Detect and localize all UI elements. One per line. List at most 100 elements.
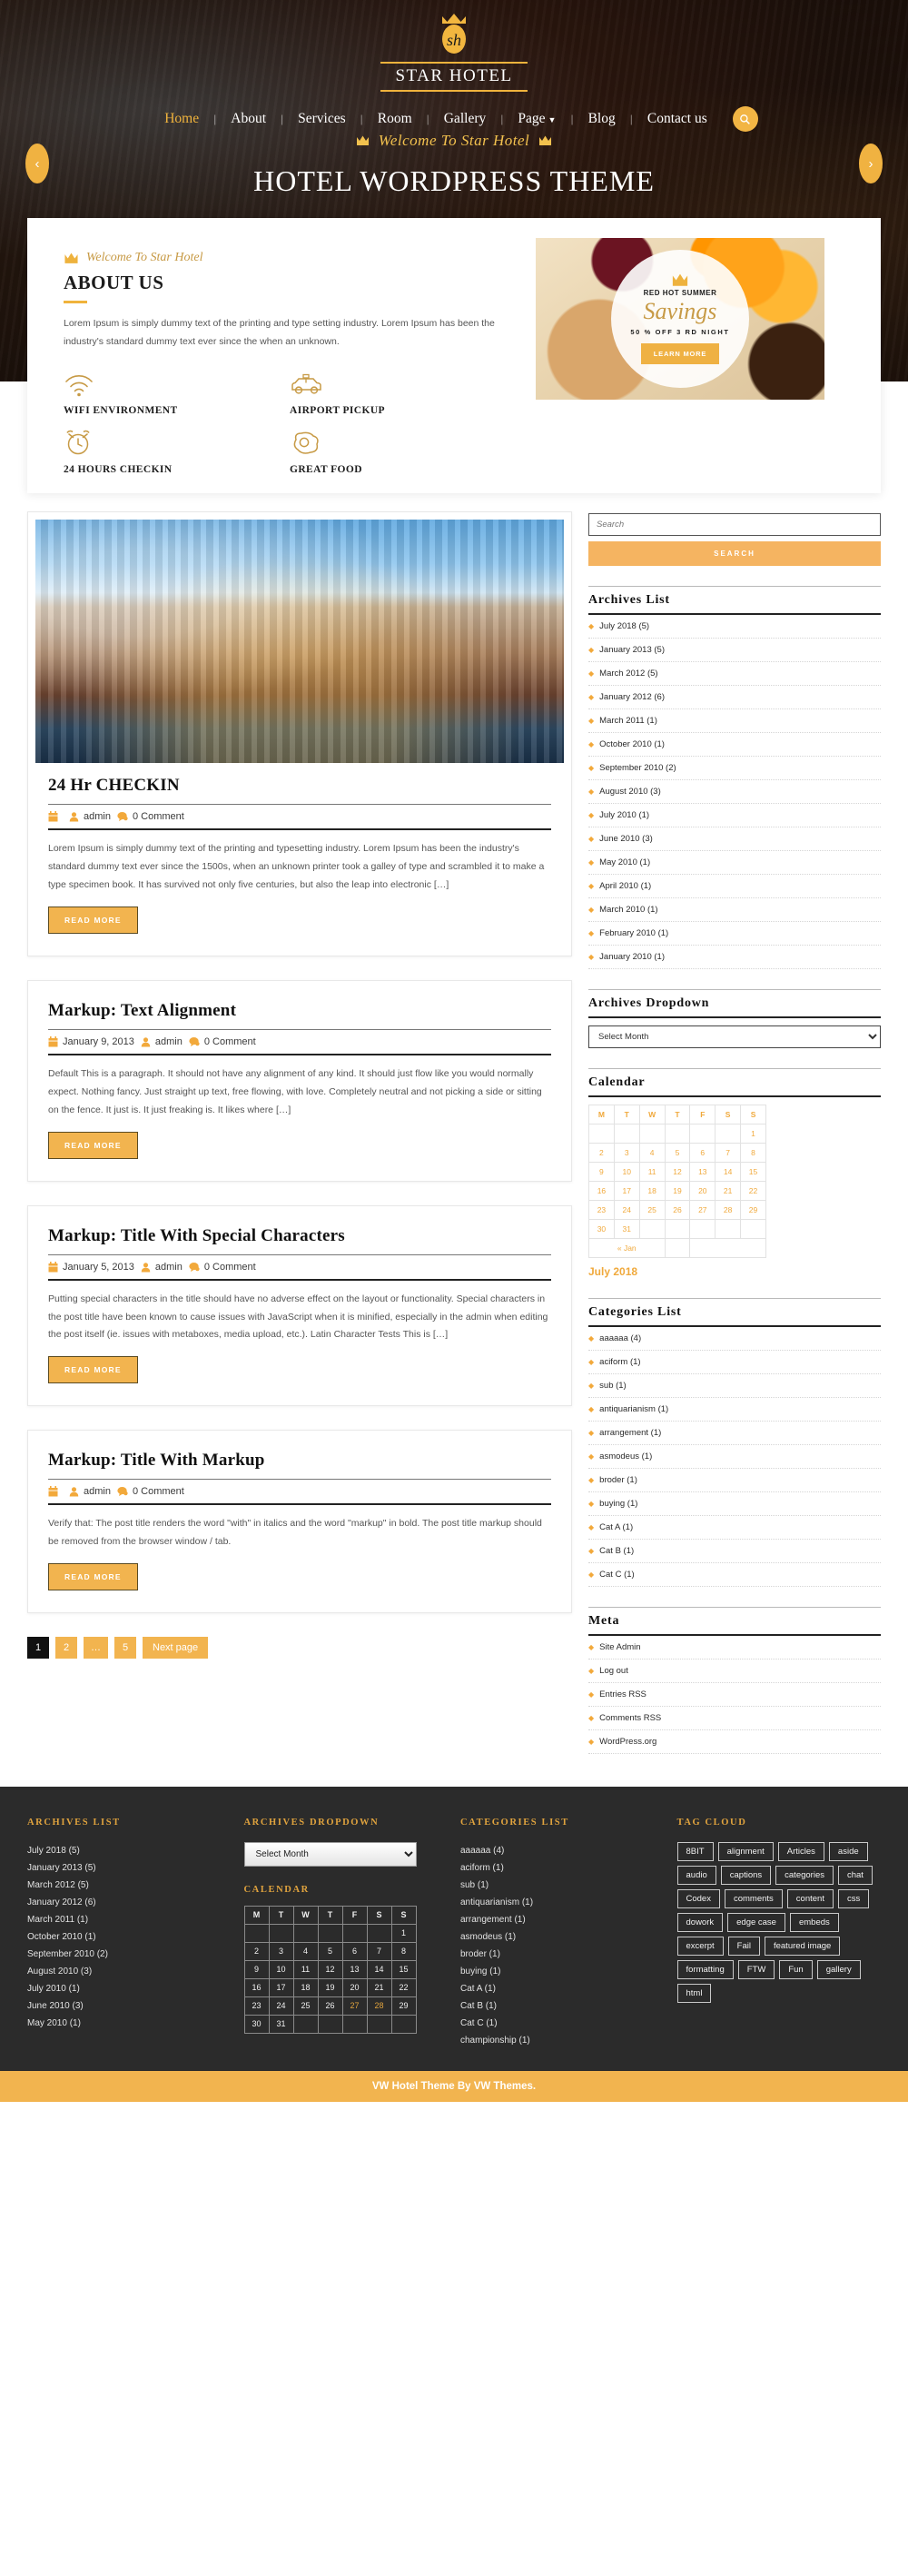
list-item[interactable]: May 2010 (1) [27,2015,232,2032]
post-featured-image[interactable] [35,519,564,763]
calendar-day[interactable]: 3 [268,1941,294,1961]
calendar-day[interactable]: 9 [588,1161,615,1182]
calendar-day[interactable]: 12 [664,1161,691,1182]
list-item[interactable]: ◆ WordPress.org [588,1730,881,1754]
calendar-day[interactable]: 26 [317,1996,343,2016]
calendar-day[interactable]: 30 [588,1218,615,1239]
calendar-day[interactable] [664,1123,691,1144]
pagination-page-5[interactable]: 5 [114,1637,136,1660]
calendar-day[interactable]: 8 [390,1941,417,1961]
calendar-day[interactable]: 7 [715,1142,742,1163]
tag-item[interactable]: Fail [727,1936,760,1956]
tag-item[interactable]: chat [837,1865,873,1885]
list-item[interactable]: ◆ January 2010 (1) [588,946,881,969]
list-item[interactable]: ◆ March 2010 (1) [588,898,881,922]
calendar-day[interactable] [341,1923,368,1943]
tag-item[interactable]: captions [720,1865,772,1885]
calendar-day[interactable]: 1 [390,1923,417,1943]
calendar-day[interactable]: 31 [268,2014,294,2034]
calendar-day[interactable]: 28 [715,1199,742,1220]
archives-select[interactable]: Select Month [588,1025,881,1048]
calendar-day[interactable] [689,1123,716,1144]
read-more-button[interactable]: READ MORE [48,906,138,934]
post-title[interactable]: Markup: Title With Markup [48,1451,551,1471]
list-item[interactable]: asmodeus (1) [460,1928,665,1946]
footer-archives-select[interactable]: Select Month [243,1841,417,1867]
slider-next-button[interactable]: › [859,144,883,183]
calendar-day[interactable]: 6 [341,1941,368,1961]
nav-item-gallery[interactable]: Gallery [429,107,500,131]
calendar-day[interactable]: 26 [664,1199,691,1220]
calendar-day[interactable]: 29 [390,1996,417,2016]
tag-item[interactable]: Fun [779,1959,813,1979]
tag-item[interactable]: Codex [676,1888,720,1908]
calendar-day[interactable] [715,1218,742,1239]
list-item[interactable]: ◆ Cat A (1) [588,1516,881,1540]
calendar-day[interactable]: 13 [341,1959,368,1979]
tag-item[interactable]: alignment [717,1841,774,1861]
list-item[interactable]: ◆ broder (1) [588,1469,881,1492]
calendar-day[interactable]: 17 [268,1977,294,1997]
tag-item[interactable]: embeds [789,1912,839,1932]
list-item[interactable]: aaaaaa (4) [460,1842,665,1859]
calendar-day[interactable]: 11 [638,1161,666,1182]
list-item[interactable]: March 2011 (1) [27,1911,232,1928]
list-item[interactable]: aciform (1) [460,1859,665,1877]
calendar-day[interactable]: 18 [638,1180,666,1201]
list-item[interactable]: ◆ September 2010 (2) [588,757,881,780]
slider-prev-button[interactable]: ‹ [25,144,49,183]
list-item[interactable]: January 2012 (6) [27,1894,232,1911]
nav-item-services[interactable]: Services [283,107,360,131]
list-item[interactable]: ◆ Log out [588,1660,881,1683]
calendar-day[interactable]: 31 [613,1218,640,1239]
calendar-day[interactable]: 5 [664,1142,691,1163]
tag-item[interactable]: edge case [727,1912,785,1932]
calendar-day[interactable]: 21 [715,1180,742,1201]
calendar-day[interactable]: 8 [740,1142,766,1163]
list-item[interactable]: ◆ January 2013 (5) [588,639,881,662]
calendar-day[interactable] [366,2014,392,2034]
calendar-day[interactable]: 11 [292,1959,319,1979]
list-item[interactable]: ◆ Site Admin [588,1636,881,1660]
read-more-button[interactable]: READ MORE [48,1356,138,1384]
list-item[interactable]: ◆ March 2012 (5) [588,662,881,686]
post-title[interactable]: Markup: Text Alignment [48,1001,551,1021]
tag-item[interactable]: Articles [777,1841,824,1861]
calendar-day[interactable]: 22 [390,1977,417,1997]
list-item[interactable]: buying (1) [460,1963,665,1980]
list-item[interactable]: ◆ July 2010 (1) [588,804,881,827]
list-item[interactable]: championship (1) [460,2032,665,2049]
calendar-day[interactable]: 29 [740,1199,766,1220]
tag-item[interactable]: dowork [676,1912,724,1932]
calendar-day[interactable]: 5 [317,1941,343,1961]
nav-item-room[interactable]: Room [363,107,427,131]
tag-item[interactable]: html [676,1983,712,2003]
list-item[interactable]: ◆ May 2010 (1) [588,851,881,875]
list-item[interactable]: ◆ March 2011 (1) [588,709,881,733]
nav-item-about[interactable]: About [216,107,281,131]
tag-item[interactable]: audio [676,1865,716,1885]
calendar-day[interactable]: 7 [366,1941,392,1961]
list-item[interactable]: arrangement (1) [460,1911,665,1928]
calendar-day[interactable]: 27 [341,1996,368,2016]
site-logo[interactable]: sh STAR HOTEL [0,0,908,92]
calendar-day[interactable]: 25 [292,1996,319,2016]
list-item[interactable]: antiquarianism (1) [460,1894,665,1911]
nav-item-blog[interactable]: Blog [574,107,630,131]
calendar-day[interactable]: 23 [588,1199,615,1220]
list-item[interactable]: ◆ Comments RSS [588,1707,881,1730]
calendar-day[interactable]: 16 [243,1977,270,1997]
calendar-day[interactable]: 14 [715,1161,742,1182]
calendar-prev-link[interactable]: « Jan [588,1237,666,1258]
pagination-page-2[interactable]: 2 [55,1637,77,1660]
calendar-day[interactable]: 14 [366,1959,392,1979]
tag-item[interactable]: excerpt [676,1936,724,1956]
list-item[interactable]: ◆ aciform (1) [588,1351,881,1374]
tag-item[interactable]: FTW [737,1959,775,1979]
calendar-day[interactable] [664,1218,691,1239]
list-item[interactable]: August 2010 (3) [27,1963,232,1980]
tag-item[interactable]: featured image [764,1936,841,1956]
calendar-day[interactable] [268,1923,294,1943]
calendar-day[interactable] [390,2014,417,2034]
tag-item[interactable]: css [837,1888,870,1908]
